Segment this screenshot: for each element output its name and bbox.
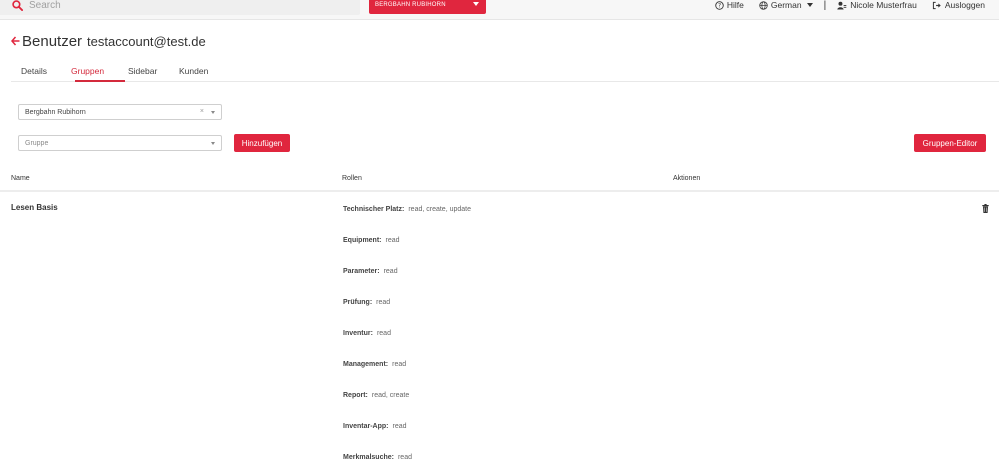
role-key: Management: <box>343 361 389 368</box>
page-title: Benutzer testaccount@test.de <box>11 33 206 50</box>
chevron-down-icon[interactable] <box>211 142 215 145</box>
table-row-group-name: Lesen Basis <box>11 203 58 212</box>
group-dropdown-placeholder: Gruppe <box>25 139 49 147</box>
tab-kunden[interactable]: Kunden <box>179 66 208 76</box>
svg-text:?: ? <box>718 3 721 9</box>
search-box[interactable] <box>0 0 360 15</box>
role-value: read <box>385 237 400 244</box>
role-value: read <box>392 361 407 368</box>
role-key: Merkmalsuche: <box>343 454 394 461</box>
tab-active-indicator <box>75 80 125 82</box>
role-item: Prüfung: read <box>343 299 390 306</box>
tab-bar: Details Gruppen Sidebar Kunden <box>11 66 999 82</box>
help-label: Hilfe <box>726 0 744 10</box>
role-item: Parameter: read <box>343 268 398 275</box>
language-label: German <box>770 0 802 10</box>
user-icon <box>837 1 847 10</box>
caret-down-icon <box>806 3 813 7</box>
search-input[interactable] <box>29 0 329 11</box>
role-value: read <box>376 299 391 306</box>
logout-label: Ausloggen <box>944 0 985 10</box>
role-value: read <box>397 454 412 461</box>
role-value: read <box>383 268 398 275</box>
column-header-name: Name <box>11 175 30 182</box>
group-dropdown[interactable]: Gruppe <box>18 135 222 151</box>
help-icon: ? <box>715 0 724 10</box>
user-name: Nicole Musterfrau <box>850 0 917 10</box>
role-key: Inventur: <box>343 330 373 337</box>
role-value: read, create, update <box>408 206 471 213</box>
add-button[interactable]: Hinzufügen <box>234 134 290 152</box>
tenant-dropdown[interactable]: Bergbahn Rubihorn × <box>18 104 222 120</box>
role-value: read <box>392 423 407 430</box>
top-links: ? Hilfe German | Nicole Musterfrau Auslo… <box>715 0 985 11</box>
tab-gruppen[interactable]: Gruppen <box>71 66 104 76</box>
role-item: Equipment: read <box>343 237 400 244</box>
chevron-down-icon[interactable] <box>211 111 215 114</box>
user-menu[interactable]: Nicole Musterfrau <box>837 0 917 10</box>
tab-details[interactable]: Details <box>21 66 47 76</box>
role-value: read, create <box>371 392 410 399</box>
role-key: Prüfung: <box>343 299 373 306</box>
tenant-select-label: BERGBAHN RUBIHORN <box>375 1 446 8</box>
chevron-down-icon <box>473 2 479 6</box>
role-key: Technischer Platz: <box>343 206 405 213</box>
role-value: read <box>376 330 391 337</box>
clear-icon[interactable]: × <box>200 108 204 115</box>
tab-sidebar[interactable]: Sidebar <box>128 66 157 76</box>
group-editor-button[interactable]: Gruppen-Editor <box>914 134 986 152</box>
back-arrow-icon[interactable] <box>11 33 20 46</box>
role-item: Management: read <box>343 361 406 368</box>
globe-icon <box>759 0 768 10</box>
role-key: Report: <box>343 392 368 399</box>
page-subtitle: testaccount@test.de <box>87 34 206 49</box>
help-link[interactable]: ? Hilfe <box>715 0 744 10</box>
role-item: Merkmalsuche: read <box>343 454 412 461</box>
role-item: Report: read, create <box>343 392 409 399</box>
column-header-actions: Aktionen <box>673 175 701 182</box>
role-key: Parameter: <box>343 268 380 275</box>
column-header-roles: Rollen <box>342 175 362 182</box>
page-title-text: Benutzer <box>22 33 83 50</box>
search-icon <box>12 0 24 12</box>
logout-link[interactable]: Ausloggen <box>932 0 985 10</box>
tenant-select[interactable]: BERGBAHN RUBIHORN <box>369 0 486 14</box>
role-item: Inventar-App: read <box>343 423 407 430</box>
top-bar: BERGBAHN RUBIHORN ? Hilfe German | Nicol… <box>0 0 999 20</box>
role-key: Equipment: <box>343 237 382 244</box>
role-item: Inventur: read <box>343 330 391 337</box>
separator: | <box>823 0 827 11</box>
logout-icon <box>932 1 941 9</box>
table-header-divider <box>0 190 999 192</box>
tenant-dropdown-value: Bergbahn Rubihorn <box>25 108 86 116</box>
language-select[interactable]: German <box>759 0 813 10</box>
role-key: Inventar-App: <box>343 423 389 430</box>
trash-icon[interactable] <box>982 200 989 213</box>
role-item: Technischer Platz: read, create, update <box>343 206 471 213</box>
